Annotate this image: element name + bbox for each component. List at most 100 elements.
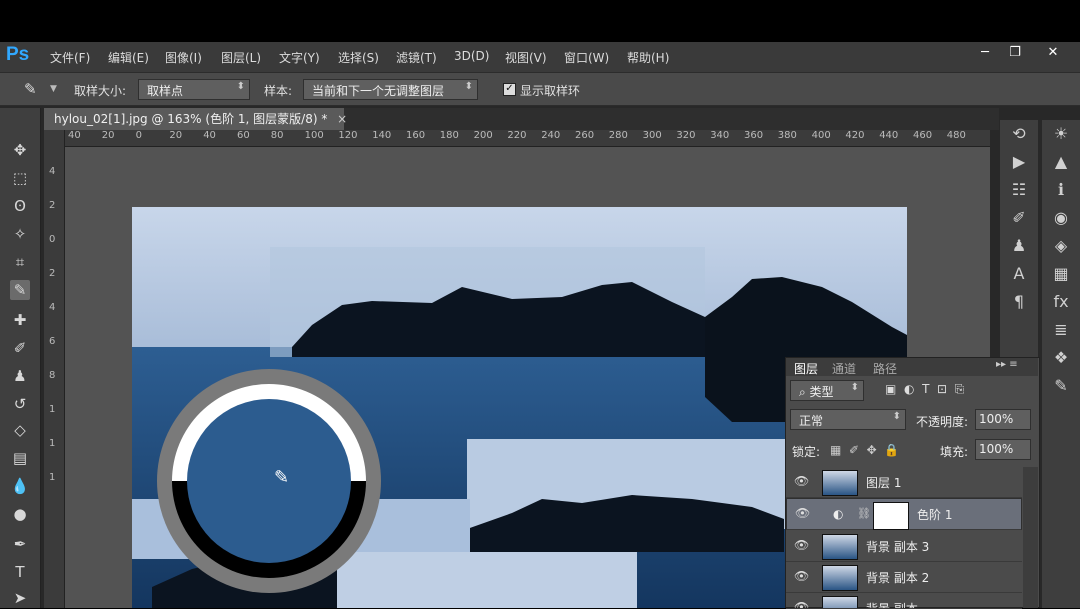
type-tool-icon[interactable]: T bbox=[10, 562, 30, 582]
blur-tool-icon[interactable]: 💧 bbox=[10, 476, 30, 496]
healing-brush-tool-icon[interactable]: ✚ bbox=[10, 310, 30, 330]
layer-filter-icons[interactable]: ▣ ◐ T ⊡ ⎘ bbox=[885, 382, 964, 397]
filter-kind-value: 类型 bbox=[809, 385, 834, 399]
sample-value: 当前和下一个无调整图层 bbox=[312, 84, 445, 98]
tab-layers[interactable]: 图层 bbox=[794, 360, 818, 377]
eraser-tool-icon[interactable]: ◇ bbox=[10, 420, 30, 440]
ruler-tick-label: 420 bbox=[845, 130, 865, 141]
libraries-icon[interactable]: ◉ bbox=[1042, 204, 1080, 232]
document-tab[interactable]: hylou_02[1].jpg @ 163% (色阶 1, 图层蒙版/8) * … bbox=[44, 108, 347, 130]
layer-row[interactable]: 👁 背景 副本 bbox=[786, 593, 1022, 609]
marquee-tool-icon[interactable]: ⬚ bbox=[10, 168, 30, 188]
horizontal-ruler: 40 20 0 20 40 60 80 100 120 140 160 180 200 220 240 260… bbox=[64, 130, 990, 147]
lasso-tool-icon[interactable]: ʘ bbox=[10, 196, 30, 216]
layer-mask-thumbnail[interactable] bbox=[873, 502, 909, 530]
layer-thumbnail bbox=[822, 534, 858, 560]
channels-icon[interactable]: ❖ bbox=[1042, 344, 1080, 372]
opacity-field[interactable]: 100% bbox=[975, 409, 1031, 430]
close-button[interactable]: ✕ bbox=[1040, 44, 1066, 62]
paragraph-icon[interactable]: ¶ bbox=[1000, 288, 1038, 316]
lock-label: 锁定: bbox=[792, 445, 821, 459]
layer-row-selected[interactable]: 👁 ◐ ⛓ 色阶 1 bbox=[786, 498, 1022, 530]
blend-mode-select[interactable]: 正常 ⬍ bbox=[790, 409, 906, 430]
sampling-ring: ✎ bbox=[157, 369, 381, 593]
tab-paths[interactable]: 路径 bbox=[873, 360, 897, 377]
ruler-tick-label: 0 bbox=[135, 130, 142, 141]
layer-row[interactable]: 👁 图层 1 bbox=[786, 467, 1022, 498]
eye-icon[interactable]: 👁 bbox=[794, 474, 809, 488]
clone-source-icon[interactable]: ♟ bbox=[1000, 232, 1038, 260]
panel-menu-icon[interactable]: ▸▸ ≡ bbox=[996, 359, 1018, 370]
menu-window[interactable]: 窗口(W) bbox=[564, 49, 609, 66]
ruler-tick-label: 220 bbox=[507, 130, 527, 141]
color-icon[interactable]: ☀ bbox=[1042, 120, 1080, 148]
minimize-button[interactable]: ─ bbox=[972, 44, 998, 62]
menu-view[interactable]: 视图(V) bbox=[505, 49, 547, 66]
menu-3d[interactable]: 3D(D) bbox=[454, 49, 489, 63]
info-icon[interactable]: ℹ bbox=[1042, 176, 1080, 204]
eyedropper-tool-preset-icon[interactable]: ✎ bbox=[24, 80, 37, 98]
ruler-tick-label: 2 bbox=[49, 268, 56, 279]
ruler-tick-label: 1 bbox=[49, 438, 56, 449]
ruler-tick-label: 240 bbox=[541, 130, 561, 141]
eye-icon[interactable]: 👁 bbox=[795, 506, 810, 520]
menu-filter[interactable]: 滤镜(T) bbox=[396, 49, 437, 66]
path-selection-tool-icon[interactable]: ➤ bbox=[10, 588, 30, 608]
close-tab-icon[interactable]: × bbox=[337, 112, 347, 126]
sample-label: 样本: bbox=[264, 84, 293, 98]
swatches-icon[interactable]: ▦ bbox=[1042, 260, 1080, 288]
lock-icons[interactable]: ▦ ✐ ✥ 🔒 bbox=[830, 443, 899, 457]
menu-layer[interactable]: 图层(L) bbox=[221, 49, 261, 66]
brush-tool-icon[interactable]: ✐ bbox=[10, 338, 30, 358]
character-icon[interactable]: A bbox=[1000, 260, 1038, 288]
eyedropper-tool-icon[interactable]: ✎ bbox=[10, 280, 30, 300]
layer-thumbnail bbox=[822, 565, 858, 591]
ruler-tick-label: 0 bbox=[49, 234, 56, 245]
menu-file[interactable]: 文件(F) bbox=[50, 49, 90, 66]
eye-icon[interactable]: 👁 bbox=[794, 569, 809, 583]
chevron-down-icon[interactable]: ▼ bbox=[50, 84, 57, 94]
navigator-icon[interactable]: fx bbox=[1042, 288, 1080, 316]
gradient-tool-icon[interactable]: ▤ bbox=[10, 448, 30, 468]
paths-icon[interactable]: ✎ bbox=[1042, 372, 1080, 400]
layers-scrollbar[interactable] bbox=[1023, 467, 1038, 608]
ruler-tick-label: 480 bbox=[946, 130, 966, 141]
layer-row[interactable]: 👁 背景 副本 2 bbox=[786, 562, 1022, 593]
sample-select[interactable]: 当前和下一个无调整图层 ⬍ bbox=[303, 79, 478, 100]
ruler-tick-label: 400 bbox=[811, 130, 831, 141]
layers-icon[interactable]: ≣ bbox=[1042, 316, 1080, 344]
magic-wand-tool-icon[interactable]: ✧ bbox=[10, 224, 30, 244]
crop-tool-icon[interactable]: ⌗ bbox=[10, 252, 30, 272]
histogram-icon[interactable]: ▲ bbox=[1042, 148, 1080, 176]
styles-icon[interactable]: ◈ bbox=[1042, 232, 1080, 260]
ruler-tick-label: 300 bbox=[642, 130, 662, 141]
sample-size-select[interactable]: 取样点 ⬍ bbox=[138, 79, 250, 100]
layer-name: 色阶 1 bbox=[917, 508, 953, 522]
move-tool-icon[interactable]: ✥ bbox=[10, 140, 30, 160]
fill-field[interactable]: 100% bbox=[975, 439, 1031, 460]
adjustment-sliders-icon[interactable]: ☷ bbox=[1000, 176, 1038, 204]
restore-button[interactable]: ❐ bbox=[1002, 44, 1028, 62]
filter-kind-select[interactable]: ⌕ 类型 ⬍ bbox=[790, 380, 864, 401]
sampling-ring-center bbox=[187, 399, 351, 563]
show-ring-checkbox[interactable]: ✓ bbox=[503, 83, 516, 96]
layer-row[interactable]: 👁 背景 副本 3 bbox=[786, 531, 1022, 562]
actions-play-icon[interactable]: ▶ bbox=[1000, 148, 1038, 176]
ruler-tick-label: 40 bbox=[203, 130, 216, 141]
clone-stamp-tool-icon[interactable]: ♟ bbox=[10, 366, 30, 386]
ruler-tick-label: 1 bbox=[49, 472, 56, 483]
menu-type[interactable]: 文字(Y) bbox=[279, 49, 320, 66]
link-chain-icon[interactable]: ⛓ bbox=[857, 507, 871, 520]
history-icon[interactable]: ⟲ bbox=[1000, 120, 1038, 148]
pen-tool-icon[interactable]: ✒ bbox=[10, 534, 30, 554]
eye-icon[interactable]: 👁 bbox=[794, 538, 809, 552]
history-brush-tool-icon[interactable]: ↺ bbox=[10, 394, 30, 414]
menu-image[interactable]: 图像(I) bbox=[165, 49, 202, 66]
brush-presets-icon[interactable]: ✐ bbox=[1000, 204, 1038, 232]
dodge-tool-icon[interactable]: ● bbox=[10, 504, 30, 524]
menu-select[interactable]: 选择(S) bbox=[338, 49, 379, 66]
tab-channels[interactable]: 通道 bbox=[832, 360, 856, 377]
select-arrows-icon: ⬍ bbox=[850, 382, 859, 393]
menu-help[interactable]: 帮助(H) bbox=[627, 49, 669, 66]
menu-edit[interactable]: 编辑(E) bbox=[108, 49, 149, 66]
